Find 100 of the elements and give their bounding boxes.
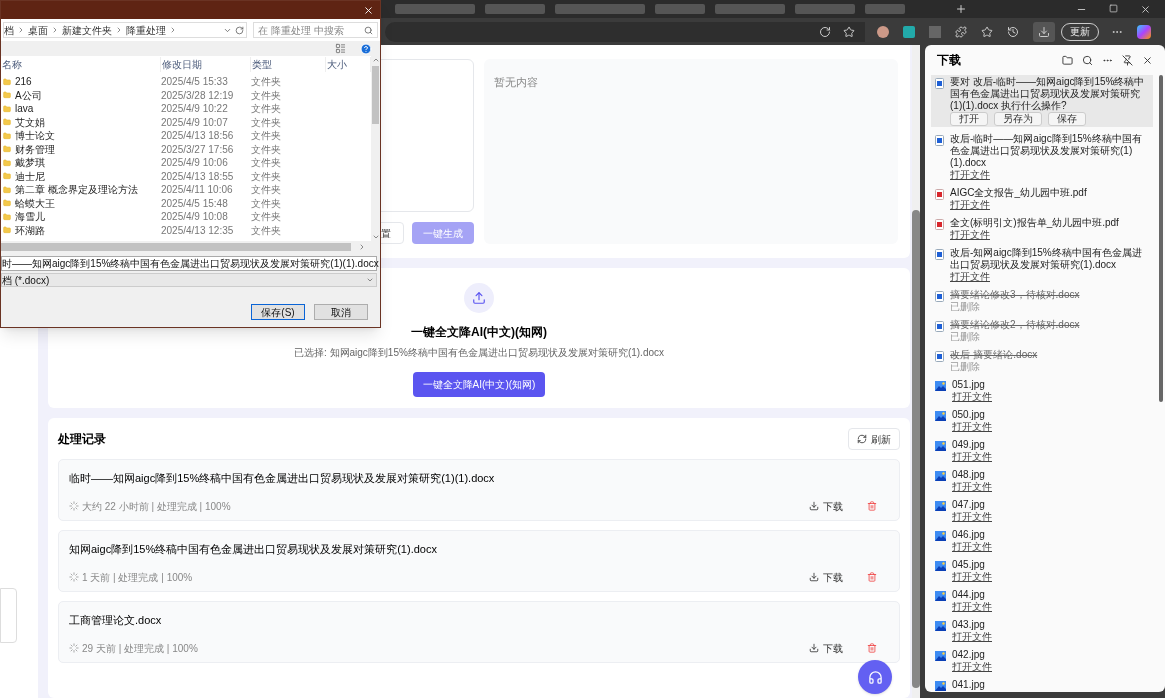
horizontal-scrollbar[interactable]: [1, 241, 380, 252]
open-file-link[interactable]: 打开文件: [950, 199, 990, 210]
download-item[interactable]: 042.jpg 打开文件: [931, 648, 1153, 673]
column-header[interactable]: 修改日期: [161, 57, 251, 72]
extension-icon[interactable]: [877, 25, 889, 38]
column-header[interactable]: 类型: [251, 57, 326, 72]
search-icon[interactable]: [1082, 54, 1093, 66]
file-name-cell[interactable]: 迪士尼: [15, 168, 45, 184]
download-item[interactable]: 要对 改后-临时——知网aigc降到15%终稿中国有色金属进出口贸易现状及发展对策研究(1)(1).docx 执行什么操作? 打开 另存为 保存: [931, 75, 1153, 127]
page-scrollbar[interactable]: [912, 45, 920, 698]
refresh-button[interactable]: 刷新: [848, 428, 900, 450]
download-item[interactable]: 043.jpg 打开文件: [931, 618, 1153, 643]
close-icon[interactable]: [1140, 3, 1151, 15]
file-name-cell[interactable]: 第二章 概念界定及理论方法: [15, 182, 138, 198]
prompt-button[interactable]: 保存: [1048, 112, 1086, 126]
download-item[interactable]: 改后-临时——知网aigc降到15%终稿中国有色金属进出口贸易现状及发展对策研究(1)(1).docx 打开文件: [931, 132, 1153, 181]
folder-icon[interactable]: [1062, 54, 1073, 66]
delete-icon[interactable]: [867, 501, 877, 511]
open-file-link[interactable]: 打开文件: [952, 511, 992, 522]
download-item[interactable]: 全文(标明引文)报告单_幼儿园中班.pdf 打开文件: [931, 216, 1153, 241]
download-item[interactable]: 047.jpg 打开文件: [931, 498, 1153, 523]
download-item[interactable]: 050.jpg 打开文件: [931, 408, 1153, 433]
reduce-ai-button[interactable]: 一键全文降AI(中文)(知网): [412, 372, 546, 397]
history-icon[interactable]: [1007, 25, 1019, 38]
file-name-cell[interactable]: 博士论文: [15, 128, 55, 144]
close-icon[interactable]: [1142, 54, 1153, 66]
scrollbar-thumb[interactable]: [1159, 75, 1163, 402]
open-file-link[interactable]: 打开文件: [952, 661, 992, 672]
breadcrumb-item[interactable]: 降重处理: [126, 22, 166, 38]
open-file-link[interactable]: 打开文件: [950, 229, 990, 240]
favorites-icon[interactable]: [981, 25, 993, 38]
chevron-right-icon[interactable]: [51, 26, 59, 34]
prompt-button[interactable]: 另存为: [994, 112, 1042, 126]
unpin-icon[interactable]: [1122, 54, 1133, 66]
chevron-right-icon[interactable]: [115, 26, 123, 34]
extension-icon[interactable]: [903, 25, 915, 38]
close-icon[interactable]: [363, 4, 374, 16]
file-name-cell[interactable]: 戴梦琪: [15, 155, 45, 171]
download-item[interactable]: 044.jpg 打开文件: [931, 588, 1153, 613]
open-file-link[interactable]: 打开文件: [952, 421, 992, 432]
extension-icon[interactable]: [929, 25, 941, 38]
maximize-icon[interactable]: [1109, 3, 1118, 13]
file-name-cell[interactable]: 环湖路: [15, 222, 45, 238]
help-icon[interactable]: [360, 42, 372, 55]
download-item[interactable]: 045.jpg 打开文件: [931, 558, 1153, 583]
open-file-link[interactable]: 打开文件: [950, 271, 990, 282]
download-item[interactable]: 摘要绪论修改2，待核对.docx 已删除: [931, 318, 1153, 343]
download-item[interactable]: AIGC全文报告_幼儿园中班.pdf 打开文件: [931, 186, 1153, 211]
open-file-link[interactable]: 打开文件: [952, 631, 992, 642]
scrollbar-thumb[interactable]: [372, 66, 379, 124]
download-item[interactable]: 改后-摘要绪论.docx 已删除: [931, 348, 1153, 373]
file-name-cell[interactable]: 艾文娟: [15, 114, 45, 130]
dialog-button[interactable]: 取消: [314, 304, 368, 320]
new-tab-icon[interactable]: [955, 3, 967, 15]
prompt-button[interactable]: 打开: [950, 112, 988, 126]
delete-icon[interactable]: [867, 572, 877, 582]
download-item[interactable]: 046.jpg 打开文件: [931, 528, 1153, 553]
copilot-icon[interactable]: [1137, 24, 1151, 39]
open-file-link[interactable]: 打开文件: [952, 541, 992, 552]
file-name-cell[interactable]: 财务管理: [15, 141, 55, 157]
download-button[interactable]: 下载: [809, 569, 843, 585]
download-button[interactable]: 下载: [809, 640, 843, 656]
favorite-star-icon[interactable]: [843, 25, 855, 38]
file-name-cell[interactable]: 216: [15, 74, 32, 90]
breadcrumb-item[interactable]: 档: [4, 22, 14, 38]
search-field[interactable]: 在 降重处理 中搜索: [253, 22, 378, 38]
open-file-link[interactable]: 打开文件: [952, 391, 992, 402]
file-name-cell[interactable]: 海雪儿: [15, 209, 45, 225]
scrollbar-thumb[interactable]: [912, 210, 920, 688]
file-type-dropdown[interactable]: 档 (*.docx): [1, 273, 377, 287]
open-file-link[interactable]: 打开文件: [952, 571, 992, 582]
dialog-button[interactable]: 保存(S): [251, 304, 305, 320]
download-button[interactable]: 下载: [809, 498, 843, 514]
chevron-right-icon[interactable]: [17, 26, 25, 34]
download-item[interactable]: 049.jpg 打开文件: [931, 438, 1153, 463]
view-options-icon[interactable]: [335, 43, 346, 54]
downloads-button[interactable]: [1033, 21, 1055, 42]
open-file-link[interactable]: 打开文件: [950, 169, 990, 180]
breadcrumb-item[interactable]: 桌面: [28, 22, 48, 38]
download-item[interactable]: 041.jpg: [931, 678, 1153, 692]
download-item[interactable]: 048.jpg 打开文件: [931, 468, 1153, 493]
breadcrumb-item[interactable]: 新建文件夹: [62, 22, 112, 38]
scrollbar-thumb[interactable]: [1, 242, 351, 251]
download-item[interactable]: 051.jpg 打开文件: [931, 378, 1153, 403]
file-name-field[interactable]: 时——知网aigc降到15%终稿中国有色金属进出口贸易现状及发展对策研究(1)(1).docx: [1, 256, 377, 271]
open-file-link[interactable]: 打开文件: [952, 601, 992, 612]
support-button[interactable]: [858, 660, 892, 694]
download-item[interactable]: 改后-知网aigc降到15%终稿中国有色金属进出口贸易现状及发展对策研究(1).docx 打开文件: [931, 246, 1153, 283]
download-item[interactable]: 摘要绪论修改3，待核对.docx 已删除: [931, 288, 1153, 313]
open-file-link[interactable]: 打开文件: [952, 451, 992, 462]
open-file-link[interactable]: 打开文件: [952, 481, 992, 492]
upload-icon[interactable]: [464, 283, 494, 313]
delete-icon[interactable]: [867, 643, 877, 653]
output-field[interactable]: 暂无内容: [484, 59, 898, 244]
file-name-cell[interactable]: 蛤蟆大王: [15, 195, 55, 211]
extensions-icon[interactable]: [955, 25, 967, 38]
file-name-cell[interactable]: A公司: [15, 87, 42, 103]
file-name-cell[interactable]: lava: [15, 101, 34, 117]
column-header[interactable]: 名称: [1, 57, 161, 72]
refresh-icon[interactable]: [235, 25, 244, 35]
